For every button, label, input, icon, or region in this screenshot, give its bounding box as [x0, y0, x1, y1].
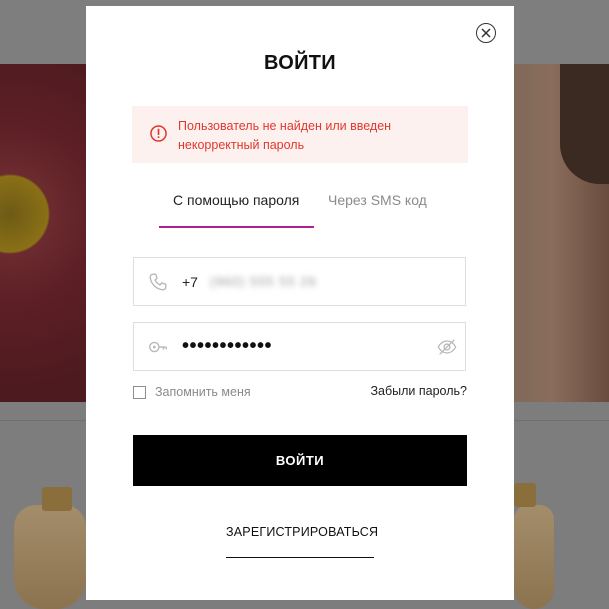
background-perfume-bottle-right: [514, 505, 554, 609]
background-perfume-cap-right: [514, 483, 536, 507]
password-field[interactable]: ••••••••••••: [133, 322, 466, 371]
login-method-tabs: С помощью пароля Через SMS код: [159, 192, 459, 228]
phone-field[interactable]: +7 (960) 555 55 26: [133, 257, 466, 306]
remember-me-checkbox[interactable]: [133, 385, 146, 399]
password-input[interactable]: ••••••••••••: [182, 335, 272, 358]
remember-me-option[interactable]: Запомнить меня: [133, 384, 251, 400]
register-link[interactable]: ЗАРЕГИСТРИРОВАТЬСЯ: [226, 525, 378, 539]
modal-title: ВОЙТИ: [264, 52, 336, 74]
active-tab-indicator: [159, 226, 314, 228]
remember-me-label: Запомнить меня: [155, 385, 251, 399]
background-flower-image: [0, 64, 86, 402]
close-circle-icon: [481, 28, 491, 38]
register-link-underline: [226, 557, 374, 558]
tab-password[interactable]: С помощью пароля: [173, 192, 299, 208]
page: ВОЙТИ Пользователь не найден или введен …: [0, 0, 609, 609]
phone-icon: [149, 273, 167, 291]
background-portrait-hair: [560, 64, 609, 184]
background-perfume-bottle-left: [14, 505, 86, 609]
eye-off-icon[interactable]: [436, 336, 458, 358]
error-text: Пользователь не найден или введен некорр…: [178, 117, 458, 155]
phone-input[interactable]: (960) 555 55 26: [210, 274, 317, 289]
login-modal: ВОЙТИ Пользователь не найден или введен …: [86, 6, 514, 600]
error-text-line-1: Пользователь не найден или введен: [178, 119, 392, 133]
forgot-password-link[interactable]: Забыли пароль?: [346, 384, 467, 398]
tab-sms-code[interactable]: Через SMS код: [328, 192, 427, 208]
error-message: Пользователь не найден или введен некорр…: [132, 106, 468, 163]
login-button[interactable]: ВОЙТИ: [133, 435, 467, 486]
error-text-line-2: некорректный пароль: [178, 138, 305, 152]
key-icon: [149, 341, 167, 353]
phone-prefix: +7: [182, 274, 198, 290]
background-perfume-cap-left: [42, 487, 72, 511]
close-button[interactable]: [476, 23, 496, 43]
exclamation-circle-icon: [150, 125, 167, 142]
